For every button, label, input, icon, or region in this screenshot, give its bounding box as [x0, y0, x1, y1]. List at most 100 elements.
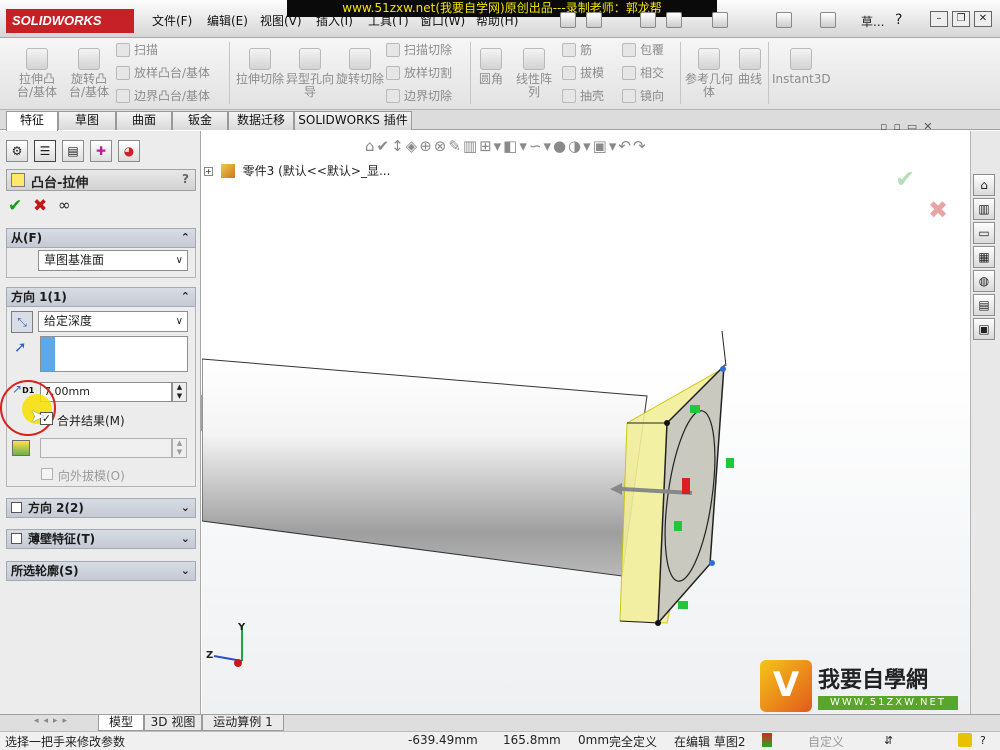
- help-status-icon[interactable]: ?: [980, 734, 986, 747]
- from-select[interactable]: 草图基准面 ∨: [38, 250, 188, 271]
- feature-tree-icon[interactable]: ⚙: [6, 140, 28, 162]
- tab-sketch[interactable]: 草图: [58, 111, 116, 130]
- collapse-chevron-icon: ⌃: [180, 231, 190, 244]
- ok-check-icon[interactable]: ✔: [8, 196, 22, 216]
- tab-model[interactable]: 模型: [98, 715, 144, 731]
- custom-properties-icon[interactable]: ▤: [973, 294, 995, 316]
- draft-angle-input[interactable]: [40, 438, 172, 458]
- tab-features[interactable]: 特征: [6, 111, 58, 131]
- design-library-icon[interactable]: ▥: [973, 198, 995, 220]
- section-from-header[interactable]: 从(F) ⌃: [6, 228, 196, 248]
- search-commands[interactable]: 草...: [861, 13, 884, 30]
- reference-geometry-button[interactable]: 参考几何体: [684, 48, 734, 110]
- draft-outward-label: 向外拔模(O): [58, 469, 125, 483]
- tab-3d-views[interactable]: 3D 视图: [144, 715, 202, 731]
- curves-button[interactable]: 曲线: [730, 48, 770, 110]
- revolve-boss-icon: [78, 48, 100, 70]
- rebuild-icon[interactable]: [776, 12, 792, 28]
- swept-cut-icon: [386, 43, 400, 57]
- triad-y-label: Y: [238, 622, 246, 633]
- shell-button[interactable]: 抽壳: [562, 87, 618, 105]
- hole-wizard-button[interactable]: 异型孔向导: [285, 48, 335, 110]
- sweep-button[interactable]: 扫描: [116, 41, 226, 59]
- extrude-cut-button[interactable]: 拉伸切除: [235, 48, 285, 110]
- intersect-button[interactable]: 相交: [622, 64, 678, 82]
- revolve-cut-button[interactable]: 旋转切除: [335, 48, 385, 110]
- dimxpert-icon[interactable]: ✚: [90, 140, 112, 162]
- tab-addins[interactable]: SOLIDWORKS 插件: [294, 111, 412, 130]
- depth-input[interactable]: 7.00mm: [40, 382, 172, 402]
- property-manager-icon[interactable]: ☰: [34, 140, 56, 162]
- new-icon[interactable]: [560, 12, 576, 28]
- draft-outward-checkbox[interactable]: [41, 468, 53, 480]
- wrap-button[interactable]: 包覆: [622, 41, 678, 59]
- draft-spinner[interactable]: ▲ ▼: [172, 438, 187, 458]
- status-arrow-icon[interactable]: ⇵: [884, 734, 893, 747]
- section-direction1-header[interactable]: 方向 1(1) ⌃: [6, 287, 196, 307]
- solidworks-logo[interactable]: SOLIDWORKS: [6, 9, 134, 33]
- draft-button[interactable]: 拔模: [562, 64, 618, 82]
- boundary-boss-button[interactable]: 边界凸台/基体: [116, 87, 226, 105]
- status-definition: 完全定义: [609, 735, 658, 749]
- direction-selection-box[interactable]: [40, 336, 188, 372]
- options-icon[interactable]: [820, 12, 836, 28]
- chevron-down-icon: ∨: [175, 316, 183, 327]
- reference-geometry-icon: [698, 48, 720, 70]
- boundary-cut-button[interactable]: 边界切除: [386, 87, 476, 105]
- end-condition-select[interactable]: 给定深度 ∨: [38, 311, 188, 332]
- help-icon[interactable]: ?: [895, 12, 902, 28]
- extrude-feature-icon: [11, 173, 25, 187]
- menu-file[interactable]: 文件(F): [152, 12, 192, 29]
- display-manager-icon[interactable]: ◕: [118, 140, 140, 162]
- section-contours-header[interactable]: 所选轮廓(S) ⌄: [6, 561, 196, 581]
- close-button[interactable]: ✕: [974, 11, 992, 27]
- rib-button[interactable]: 筋: [562, 41, 618, 59]
- status-tag-icon[interactable]: [958, 733, 972, 747]
- direction2-checkbox[interactable]: [11, 502, 22, 513]
- print-icon[interactable]: [640, 12, 656, 28]
- draft-angle-icon[interactable]: [12, 440, 30, 456]
- preview-glasses-icon[interactable]: ∞: [58, 196, 71, 214]
- tab-scroll-arrows[interactable]: ◂◂▸▸: [34, 716, 94, 730]
- undo-icon[interactable]: [666, 12, 682, 28]
- open-icon[interactable]: [586, 12, 602, 28]
- tab-motion-study[interactable]: 运动算例 1: [202, 715, 284, 731]
- tab-sheet-metal[interactable]: 钣金: [172, 111, 228, 130]
- restore-button[interactable]: ❐: [952, 11, 970, 27]
- extrude-boss-button[interactable]: 拉伸凸台/基体: [12, 48, 62, 110]
- view-palette-icon[interactable]: ▦: [973, 246, 995, 268]
- loft-button[interactable]: 放样凸台/基体: [116, 64, 226, 82]
- select-icon[interactable]: [712, 12, 728, 28]
- section-thin-header[interactable]: 薄壁特征(T) ⌄: [6, 529, 196, 549]
- pm-help-icon[interactable]: ?: [182, 172, 189, 186]
- menu-edit[interactable]: 编辑(E): [207, 12, 248, 29]
- configuration-icon[interactable]: ▤: [62, 140, 84, 162]
- shell-icon: [562, 89, 576, 103]
- cancel-x-icon[interactable]: ✖: [33, 196, 47, 216]
- minimize-button[interactable]: –: [930, 11, 948, 27]
- instant3d-button[interactable]: Instant3D: [772, 48, 831, 110]
- thin-checkbox[interactable]: [11, 533, 22, 544]
- extrude-cut-icon: [249, 48, 271, 70]
- handle-marker: [682, 478, 690, 494]
- reverse-direction-icon[interactable]: ⤡: [11, 311, 33, 333]
- rebuild-status-icon[interactable]: [762, 733, 772, 747]
- linear-pattern-button[interactable]: 线性阵列: [512, 48, 556, 110]
- mouse-cursor-icon: ➤: [30, 406, 46, 427]
- mirror-button[interactable]: 镜向: [622, 87, 678, 105]
- swept-cut-button[interactable]: 扫描切除: [386, 41, 476, 59]
- lofted-cut-button[interactable]: 放样切割: [386, 64, 476, 82]
- boundary-cut-icon: [386, 89, 400, 103]
- fillet-button[interactable]: 圆角: [466, 48, 516, 110]
- depth-spinner[interactable]: ▲ ▼: [172, 382, 187, 402]
- mirror-icon: [622, 89, 636, 103]
- units-selector[interactable]: 自定义: [808, 733, 844, 750]
- forum-icon[interactable]: ▣: [973, 318, 995, 340]
- tab-data-migration[interactable]: 数据迁移: [228, 111, 294, 130]
- section-direction2-header[interactable]: 方向 2(2) ⌄: [6, 498, 196, 518]
- home-icon[interactable]: ⌂: [973, 174, 995, 196]
- file-explorer-icon[interactable]: ▭: [973, 222, 995, 244]
- tab-surfaces[interactable]: 曲面: [116, 111, 172, 130]
- revolve-boss-button[interactable]: 旋转凸台/基体: [64, 48, 114, 110]
- appearances-icon[interactable]: ◍: [973, 270, 995, 292]
